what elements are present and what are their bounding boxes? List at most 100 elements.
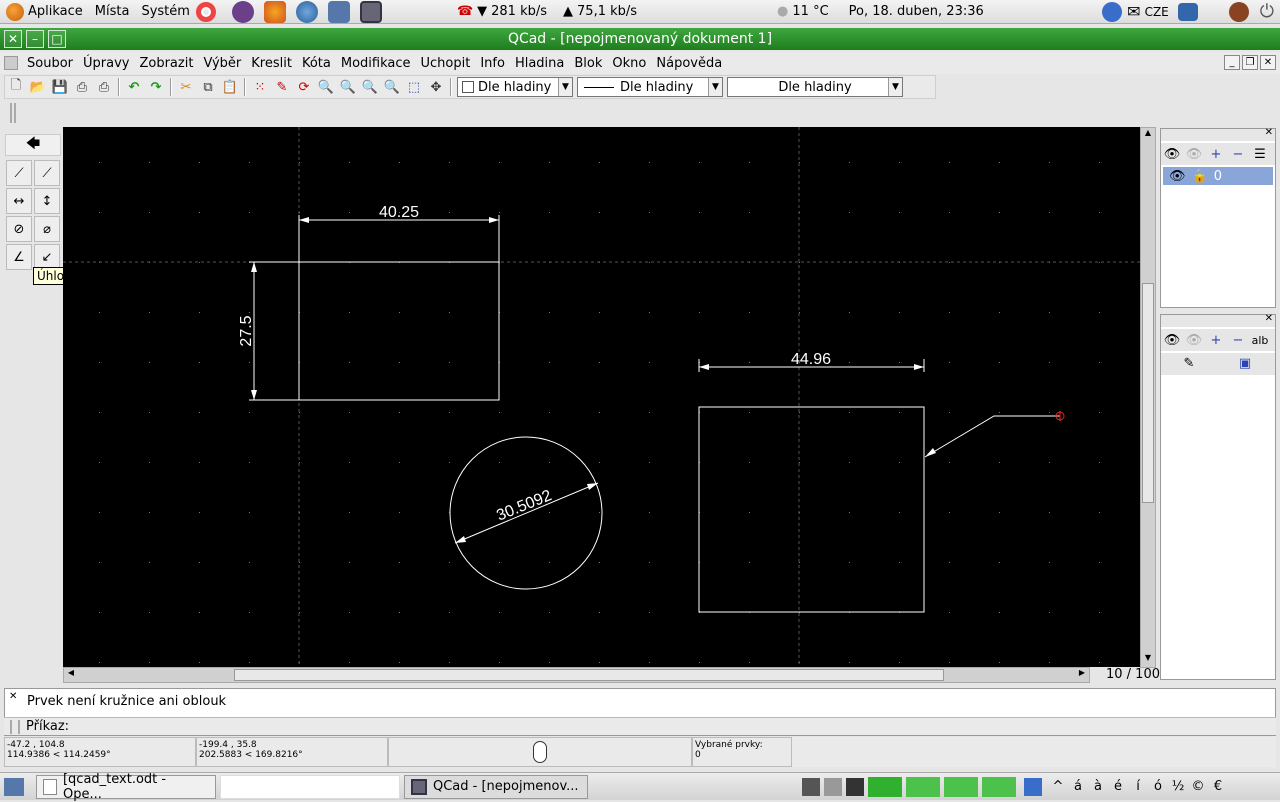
undo-icon[interactable]: ↶ [123, 76, 145, 98]
menu-soubor[interactable]: Soubor [22, 56, 78, 71]
menu-aplikace[interactable]: Aplikace [0, 0, 89, 24]
show-desktop-icon[interactable] [4, 777, 24, 796]
workspace-1[interactable] [868, 776, 902, 797]
qcad-launcher-icon[interactable] [359, 0, 382, 23]
menu-kota[interactable]: Kóta [297, 56, 336, 71]
toolbar-grip[interactable] [10, 103, 16, 123]
add-layer-icon[interactable]: + [1205, 144, 1227, 164]
menu-zobrazit[interactable]: Zobrazit [134, 56, 198, 71]
power-icon[interactable]: ⏻ [1254, 1, 1280, 22]
copy-icon[interactable]: ⧉ [197, 76, 219, 98]
scroll-up-icon[interactable]: ▲ [1141, 128, 1155, 142]
menu-uchopit[interactable]: Uchopit [416, 56, 476, 71]
redraw-icon[interactable]: ⟳ [293, 76, 315, 98]
minimize-icon[interactable]: – [26, 30, 44, 48]
command-line[interactable]: Příkaz: [4, 717, 1276, 735]
insert-block-icon[interactable]: ▣ [1217, 353, 1273, 373]
zoom-in-icon[interactable]: 🔍 [315, 76, 337, 98]
task-qcad[interactable]: QCad - [nepojmenov... [404, 774, 588, 799]
menu-kreslit[interactable]: Kreslit [246, 56, 297, 71]
linetype-combo[interactable]: Dle hladiny ▼ [577, 77, 723, 97]
redo-icon[interactable]: ↷ [145, 76, 167, 98]
charpick-a-acute[interactable]: á [1068, 779, 1088, 794]
zoom-out-icon[interactable]: 🔍 [337, 76, 359, 98]
zoom-previous-icon[interactable]: 🔍 [381, 76, 403, 98]
charpick-toggle-icon[interactable]: ^ [1048, 779, 1068, 794]
rename-block-icon[interactable]: alb [1249, 330, 1271, 350]
remove-layer-icon[interactable]: − [1227, 144, 1249, 164]
close-icon[interactable]: ✕ [4, 30, 22, 48]
mdi-restore-icon[interactable]: ❐ [1242, 55, 1258, 70]
show-all-blocks-icon[interactable]: 👁 [1161, 330, 1183, 350]
menu-modifikace[interactable]: Modifikace [336, 56, 416, 71]
charpick-e-acute[interactable]: é [1108, 779, 1128, 794]
hide-all-layers-icon[interactable]: 👁 [1183, 144, 1205, 164]
workspace-2[interactable] [906, 776, 940, 797]
menu-info[interactable]: Info [475, 56, 510, 71]
edit-layer-icon[interactable]: ☰ [1249, 144, 1271, 164]
chevron-down-icon[interactable]: ▼ [888, 78, 902, 96]
menu-okno[interactable]: Okno [607, 56, 651, 71]
document-icon[interactable] [4, 56, 18, 70]
dim-diametric-icon[interactable]: ⌀ [34, 216, 60, 242]
print-preview-icon[interactable]: ⎙ [93, 76, 115, 98]
text-editor-icon[interactable] [824, 777, 842, 796]
im-icon[interactable] [1102, 1, 1123, 22]
menu-upravy[interactable]: Úpravy [78, 56, 134, 71]
thunderbird-icon[interactable] [295, 0, 318, 23]
mdi-minimize-icon[interactable]: _ [1224, 55, 1240, 70]
show-all-layers-icon[interactable]: 👁 [1161, 144, 1183, 164]
cut-icon[interactable]: ✂ [175, 76, 197, 98]
dock-close-icon[interactable]: ✕ [1265, 313, 1273, 324]
paste-icon[interactable]: 📋 [219, 76, 241, 98]
task-writer[interactable]: [qcad_text.odt - Ope... [36, 772, 216, 802]
dim-aligned-icon[interactable]: ⟋ [6, 160, 32, 186]
menu-napoveda[interactable]: Nápověda [651, 56, 727, 71]
remove-block-icon[interactable]: − [1227, 330, 1249, 350]
clock[interactable]: Po, 18. duben, 23:36 [839, 4, 994, 19]
back-arrow-icon[interactable]: 🡄 [5, 134, 61, 156]
menu-mista[interactable]: Místa [89, 0, 136, 24]
dim-vertical-icon[interactable]: ↕ [34, 188, 60, 214]
zoom-window-icon[interactable]: ⬚ [403, 76, 425, 98]
scroll-left-icon[interactable]: ◀ [64, 668, 78, 682]
horizontal-scroll-thumb[interactable] [234, 669, 944, 681]
chevron-down-icon[interactable]: ▼ [708, 78, 722, 96]
hide-all-blocks-icon[interactable]: 👁 [1183, 330, 1205, 350]
workspace-3[interactable] [944, 776, 978, 797]
maximize-icon[interactable]: □ [48, 30, 66, 48]
menu-blok[interactable]: Blok [569, 56, 607, 71]
print-icon[interactable]: ⎙ [71, 76, 93, 98]
command-close-icon[interactable]: ✕ [9, 691, 17, 702]
add-block-icon[interactable]: + [1205, 330, 1227, 350]
edit-block-icon[interactable]: ✎ [1161, 353, 1217, 373]
layer-visible-icon[interactable]: 👁 [1169, 169, 1186, 184]
scroll-down-icon[interactable]: ▼ [1141, 653, 1155, 667]
help-icon[interactable] [195, 1, 216, 22]
pidgin-icon[interactable] [231, 0, 254, 23]
calculator-icon[interactable] [802, 777, 820, 796]
drawing-svg[interactable]: 40.25 27.5 30.5092 44.96 [63, 127, 1140, 667]
charpick-i-acute[interactable]: í [1128, 779, 1148, 794]
grid-icon[interactable]: ⁙ [249, 76, 271, 98]
open-file-icon[interactable]: 📂 [27, 76, 49, 98]
firefox-icon[interactable] [263, 0, 286, 23]
save-icon[interactable]: 💾 [49, 76, 71, 98]
charpick-a-grave[interactable]: à [1088, 779, 1108, 794]
vertical-scrollbar[interactable]: ▲ ▼ [1140, 127, 1156, 668]
chevron-down-icon[interactable]: ▼ [558, 78, 572, 96]
dim-linear-icon[interactable]: ⟋ [34, 160, 60, 186]
draft-icon[interactable]: ✎ [271, 76, 293, 98]
dim-angular-icon[interactable]: ∠ [6, 244, 32, 270]
terminal-icon[interactable] [846, 777, 864, 796]
keyboard-layout[interactable]: CZE [1141, 5, 1173, 19]
app-launcher-icon[interactable] [327, 0, 350, 23]
charpick-euro[interactable]: € [1208, 779, 1228, 794]
dim-radial-icon[interactable]: ⊘ [6, 216, 32, 242]
vertical-scroll-thumb[interactable] [1142, 283, 1154, 503]
weather[interactable]: ● 11 °C [767, 4, 839, 19]
horizontal-scrollbar[interactable]: ◀ ▶ [63, 667, 1090, 683]
dock-close-icon[interactable]: ✕ [1265, 127, 1273, 138]
menu-vyber[interactable]: Výběr [198, 56, 246, 71]
mdi-close-icon[interactable]: ✕ [1260, 55, 1276, 70]
